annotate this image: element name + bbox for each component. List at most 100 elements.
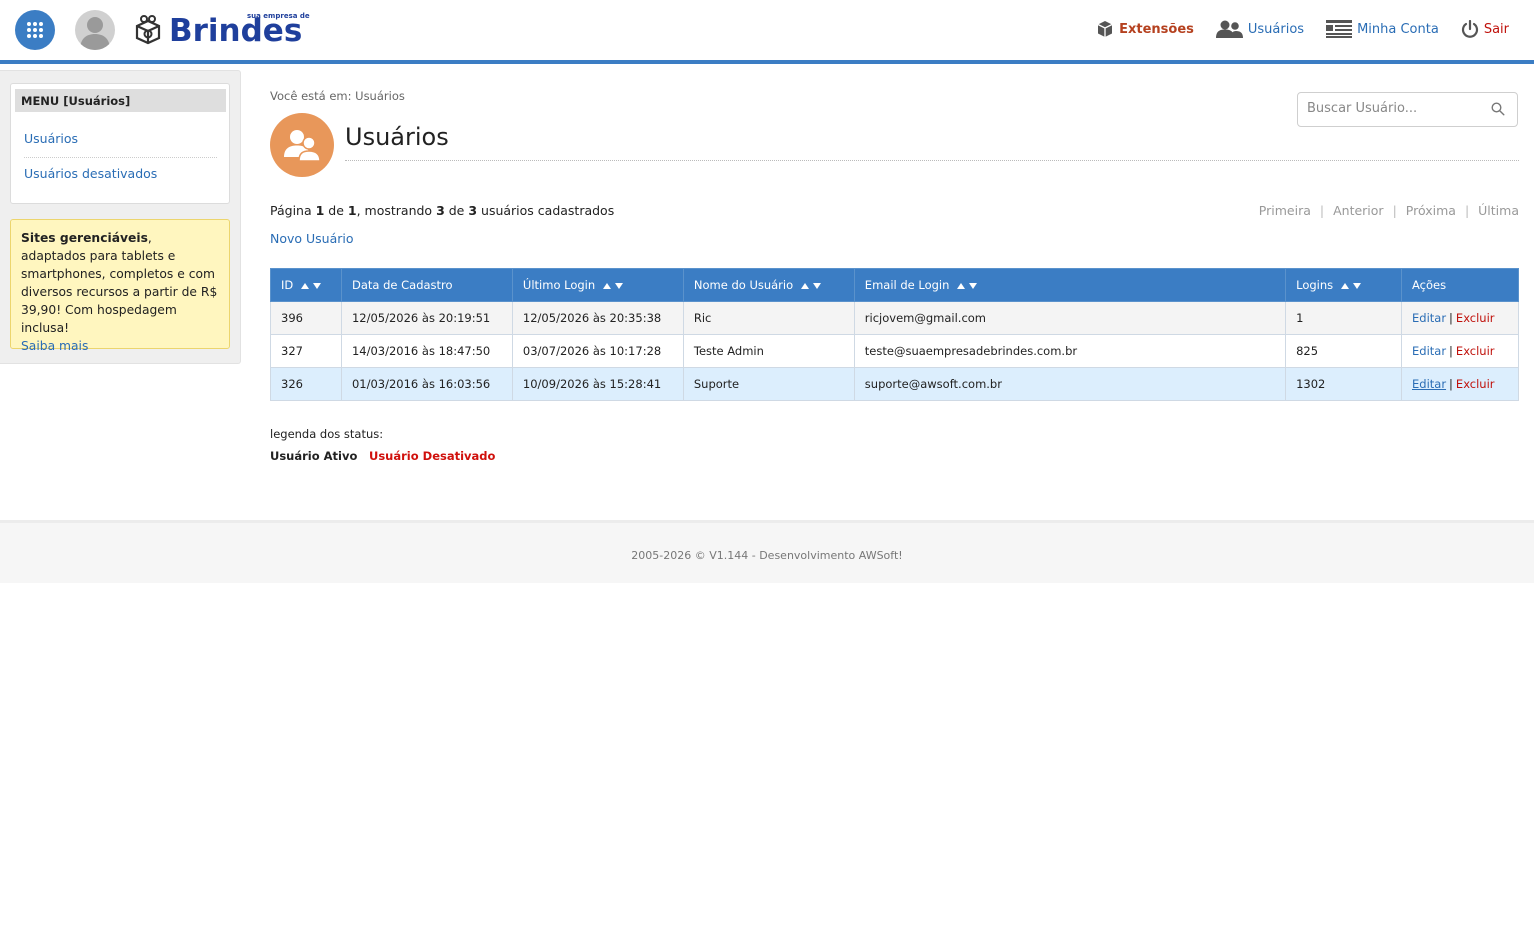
page-users-badge — [270, 113, 334, 177]
page-info-text: de — [324, 203, 348, 218]
sort-arrows-icon[interactable] — [801, 282, 823, 290]
cell-id: 327 — [270, 334, 342, 368]
nav-minha-conta[interactable]: Minha Conta — [1326, 20, 1439, 38]
col-header-nome-usuario[interactable]: Nome do Usuário — [682, 268, 855, 302]
col-header-label: Ações — [1412, 278, 1447, 292]
cell-acoes: Editar | Excluir — [1401, 334, 1519, 368]
delete-user-link[interactable]: Excluir — [1456, 311, 1495, 325]
brand-logo[interactable]: sua empresa de Brindes — [133, 12, 318, 50]
delete-user-link[interactable]: Excluir — [1456, 377, 1495, 391]
pager-next[interactable]: Próxima — [1406, 203, 1456, 218]
pager-last[interactable]: Última — [1478, 203, 1519, 218]
cube-icon — [1097, 21, 1113, 37]
header-divider — [0, 60, 1534, 64]
account-icon — [1326, 20, 1353, 38]
promo-box: Sites gerenciáveis, adaptados para table… — [10, 219, 230, 353]
promo-heading: Sites gerenciáveis — [21, 231, 148, 245]
promo-link-saiba-mais[interactable]: Saiba mais — [21, 339, 88, 353]
cell-id: 396 — [270, 301, 342, 335]
pager-separator: | — [1319, 203, 1325, 218]
edit-user-link[interactable]: Editar — [1412, 377, 1446, 391]
cell-data-cadastro: 12/05/2026 às 20:19:51 — [340, 301, 513, 335]
sort-arrows-icon[interactable] — [957, 282, 979, 290]
cell-email: suporte@awsoft.com.br — [853, 367, 1287, 401]
page-info-text: , mostrando — [356, 203, 437, 218]
footer: 2005-2026 © V1.144 - Desenvolvimento AWS… — [0, 520, 1534, 583]
cell-ultimo-login: 10/09/2026 às 15:28:41 — [511, 367, 684, 401]
action-separator: | — [1449, 344, 1453, 358]
nav-sair-label: Sair — [1483, 21, 1509, 37]
edit-user-link[interactable]: Editar — [1412, 344, 1446, 358]
breadcrumb: Você está em: Usuários — [270, 89, 405, 103]
nav-sair[interactable]: Sair — [1461, 20, 1509, 38]
sidebar: MENU [Usuários] Usuários Usuários desati… — [0, 70, 241, 364]
cell-nome: Teste Admin — [682, 334, 855, 368]
cell-logins: 1302 — [1285, 367, 1402, 401]
user-silhouette-icon — [80, 17, 110, 50]
delete-user-link[interactable]: Excluir — [1456, 344, 1495, 358]
cell-logins: 1 — [1285, 301, 1402, 335]
search-icon[interactable] — [1491, 102, 1505, 116]
cell-logins: 825 — [1285, 334, 1402, 368]
new-user-link[interactable]: Novo Usuário — [270, 231, 354, 246]
col-header-id[interactable]: ID — [270, 268, 342, 302]
sort-arrows-icon[interactable] — [301, 282, 323, 290]
legend-active-status: Usuário Ativo — [270, 449, 358, 463]
cell-email: ricjovem@gmail.com — [853, 301, 1287, 335]
page-title: Usuários — [345, 123, 449, 151]
page-current: 1 — [315, 203, 325, 218]
cell-id: 326 — [270, 367, 342, 401]
records-shown: 3 — [436, 203, 445, 218]
promo-text: , adaptados para tablets e smartphones, … — [21, 231, 218, 335]
edit-user-link[interactable]: Editar — [1412, 311, 1446, 325]
pager-separator: | — [1464, 203, 1470, 218]
action-separator: | — [1449, 377, 1453, 391]
col-header-label: Logins — [1296, 278, 1334, 292]
col-header-email-login[interactable]: Email de Login — [853, 268, 1287, 302]
cell-ultimo-login: 03/07/2026 às 10:17:28 — [511, 334, 684, 368]
sort-arrows-icon[interactable] — [603, 282, 625, 290]
pager-prev[interactable]: Anterior — [1333, 203, 1383, 218]
apps-grid-button[interactable] — [15, 10, 55, 50]
power-icon — [1461, 20, 1478, 38]
cell-ultimo-login: 12/05/2026 às 20:35:38 — [511, 301, 684, 335]
nav-extensoes-label: Extensões — [1119, 21, 1194, 37]
table-header-row: ID Data de Cadastro Último Login Nome do… — [270, 268, 1519, 302]
sort-arrows-icon[interactable] — [1341, 282, 1363, 290]
nav-minha-conta-label: Minha Conta — [1357, 21, 1439, 37]
col-header-label: Nome do Usuário — [693, 278, 794, 292]
nav-extensoes[interactable]: Extensões — [1096, 20, 1194, 38]
search-input[interactable] — [1307, 101, 1482, 116]
col-header-label: Email de Login — [864, 278, 950, 292]
sidebar-item-usuarios[interactable]: Usuários — [24, 131, 78, 146]
page-info-text: de — [444, 203, 469, 218]
page-info-text: Página — [270, 203, 316, 218]
apps-grid-icon — [27, 22, 43, 38]
cell-nome: Suporte — [682, 367, 855, 401]
col-header-ultimo-login[interactable]: Último Login — [511, 268, 684, 302]
footer-copyright: 2005-2026 © V1.144 - Desenvolvimento AWS… — [631, 549, 903, 562]
col-header-label: ID — [281, 278, 294, 292]
col-header-label: Último Login — [522, 278, 596, 292]
sidebar-menu: MENU [Usuários] Usuários Usuários desati… — [10, 83, 230, 204]
sidebar-divider — [24, 157, 217, 158]
pager: Primeira | Anterior | Próxima | Última — [1259, 203, 1519, 218]
col-header-logins[interactable]: Logins — [1285, 268, 1402, 302]
users-icon — [284, 130, 321, 162]
cell-acoes: Editar | Excluir — [1401, 367, 1519, 401]
nav-usuarios[interactable]: Usuários — [1215, 20, 1304, 38]
col-header-label: Data de Cadastro — [351, 278, 453, 292]
cell-data-cadastro: 01/03/2016 às 16:03:56 — [340, 367, 513, 401]
pager-first[interactable]: Primeira — [1259, 203, 1311, 218]
title-divider — [345, 160, 1519, 161]
pager-separator: | — [1392, 203, 1397, 218]
table-row: 327 14/03/2016 às 18:47:50 03/07/2026 às… — [270, 334, 1519, 368]
table-row: 326 01/03/2016 às 16:03:56 10/09/2026 às… — [270, 367, 1519, 401]
col-header-data-cadastro: Data de Cadastro — [340, 268, 513, 302]
logo-wordmark: Brindes — [169, 13, 303, 49]
cell-acoes: Editar | Excluir — [1401, 301, 1519, 335]
avatar[interactable] — [75, 10, 115, 50]
sidebar-item-usuarios-desativados[interactable]: Usuários desativados — [24, 166, 157, 181]
cell-nome: Ric — [682, 301, 855, 335]
col-header-acoes: Ações — [1401, 268, 1519, 302]
